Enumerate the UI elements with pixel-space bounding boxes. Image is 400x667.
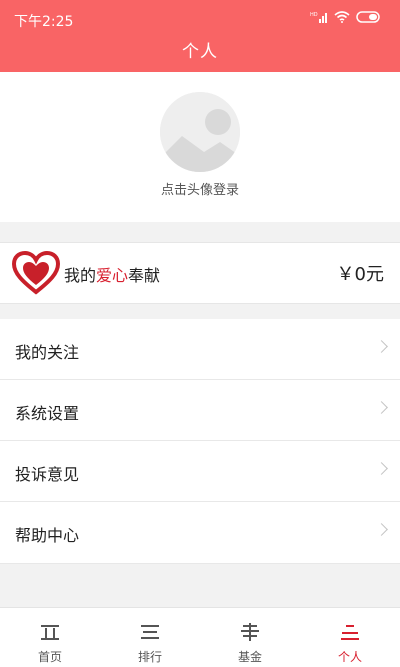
tab-personal[interactable]: 个人 — [300, 608, 400, 667]
login-prompt[interactable]: 点击头像登录 — [0, 179, 400, 198]
tab-ranking[interactable]: 排行 — [100, 608, 200, 667]
signal-icon: HD — [310, 12, 327, 23]
tab-label: 个人 — [337, 650, 362, 664]
donation-label-suffix: 奉献 — [128, 266, 161, 285]
status-icons: HD — [310, 11, 382, 23]
battery-icon — [356, 11, 380, 23]
heart-icon — [12, 251, 60, 295]
donation-label-prefix: 我的 — [64, 266, 97, 285]
home-tab-icon — [41, 625, 59, 640]
avatar[interactable] — [160, 92, 240, 172]
chevron-right-icon — [375, 523, 388, 536]
chevron-right-icon — [375, 462, 388, 475]
menu-item-label: 投诉意见 — [15, 465, 80, 484]
personal-tab-icon — [341, 625, 359, 640]
menu-item-settings[interactable]: 系统设置 — [0, 380, 400, 441]
donation-label: 我的爱心奉献 — [64, 262, 160, 286]
tab-label: 排行 — [137, 650, 162, 664]
status-time: 下午2:25 — [14, 14, 74, 30]
donation-label-highlight: 爱心 — [96, 266, 129, 285]
menu-item-label: 系统设置 — [15, 404, 80, 423]
wifi-icon — [334, 11, 350, 23]
menu-item-help[interactable]: 帮助中心 — [0, 502, 400, 564]
menu-item-following[interactable]: 我的关注 — [0, 319, 400, 380]
chevron-right-icon — [375, 340, 388, 353]
page-title: 个人 — [182, 42, 218, 62]
tab-home[interactable]: 首页 — [0, 608, 100, 667]
ranking-tab-icon — [141, 625, 159, 639]
tab-label: 基金 — [237, 650, 262, 664]
chevron-right-icon — [375, 401, 388, 414]
settings-menu: 我的关注 系统设置 投诉意见 帮助中心 — [0, 319, 400, 564]
app-header: 下午2:25 HD 个人 — [0, 0, 400, 72]
menu-item-label: 帮助中心 — [15, 526, 80, 545]
fund-tab-icon — [241, 623, 259, 641]
menu-item-label: 我的关注 — [15, 343, 80, 362]
tab-label: 首页 — [37, 650, 62, 664]
profile-section: 点击头像登录 — [0, 72, 400, 222]
donation-row[interactable]: 我的爱心奉献 ￥0元 — [0, 242, 400, 304]
network-type: HD — [310, 12, 318, 18]
tab-fund[interactable]: 基金 — [200, 608, 300, 667]
bottom-tab-bar: 首页 排行 基金 个人 — [0, 607, 400, 667]
avatar-placeholder-icon — [160, 92, 240, 172]
menu-item-feedback[interactable]: 投诉意见 — [0, 441, 400, 502]
donation-amount: ￥0元 — [336, 264, 384, 285]
